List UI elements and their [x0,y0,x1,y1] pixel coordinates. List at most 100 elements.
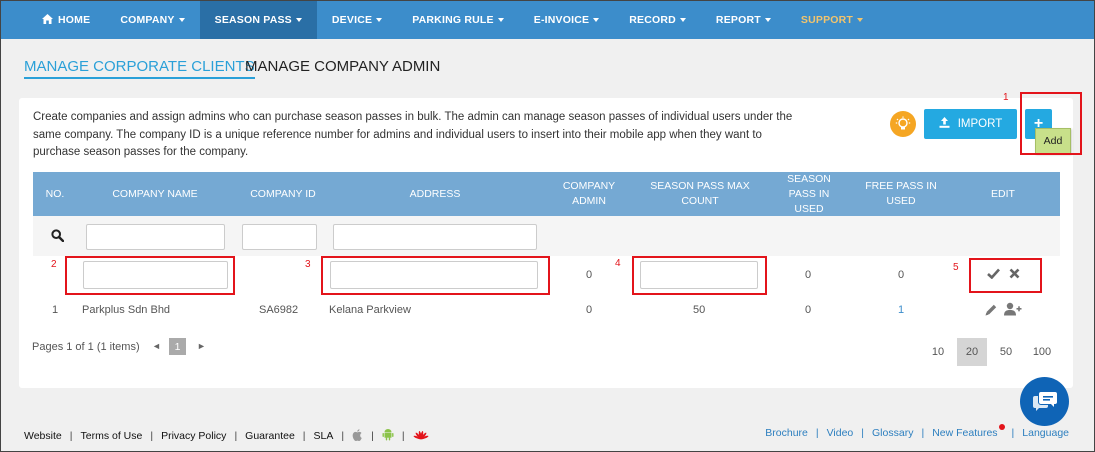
footer-link-website[interactable]: Website [24,430,62,442]
nav-home[interactable]: HOME [27,1,105,39]
column-header-free-pass-in-used: FREE PASS IN USED [865,180,937,207]
nav-label: RECORD [629,14,676,26]
filter-company-name-input[interactable] [86,224,225,250]
footer-separator: | [150,430,154,442]
row-address: Kelana Parkview [329,304,411,316]
nav-parking-rule[interactable]: PARKING RULE [397,1,519,39]
nav-season-pass[interactable]: SEASON PASS [199,1,317,39]
footer-link-sla[interactable]: SLA [314,430,334,442]
nav-home-label: HOME [58,14,91,26]
annotation-box-1 [1020,92,1082,155]
row-no: 1 [52,304,59,316]
footer-separator: | [302,430,306,442]
caret-down-icon [764,18,771,22]
chat-widget-button[interactable] [1020,377,1069,426]
annotation-number-1: 1 [1003,92,1009,103]
footer-link-language[interactable]: Language [1022,427,1069,439]
column-header-address: ADDRESS [409,187,461,200]
row-company-admin: 0 [586,304,593,316]
import-button[interactable]: IMPORT [924,109,1017,139]
column-header-season-pass-max-count: SEASON PASS MAX COUNT [650,180,750,207]
row-free-pass-link[interactable]: 1 [898,304,904,316]
nav-label: COMPANY [120,14,175,26]
nav-company[interactable]: COMPANY [105,1,199,39]
caret-down-icon [593,18,600,22]
footer-separator: | [921,427,925,439]
footer-link-new-features[interactable]: New Features [932,427,997,439]
filter-address-input[interactable] [333,224,537,250]
page-size-10[interactable]: 10 [929,338,947,366]
footer-link-glossary[interactable]: Glossary [872,427,913,439]
caret-down-icon [178,18,185,22]
nav-label: SEASON PASS [214,14,292,26]
nav-label: PARKING RULE [412,14,494,26]
apple-icon[interactable] [352,428,363,444]
filter-row [33,216,1060,256]
home-icon [42,13,53,27]
footer-separator: | [234,430,238,442]
annotation-box-2 [65,256,235,295]
chat-bubble-icon [1032,389,1058,414]
footer-link-privacy[interactable]: Privacy Policy [161,430,226,442]
footer-separator: | [815,427,819,439]
android-icon[interactable] [382,428,394,444]
footer-separator: | [1011,427,1015,439]
annotation-number-2: 2 [51,259,57,270]
footer-link-brochure[interactable]: Brochure [765,427,808,439]
search-icon [51,229,65,245]
tab-manage-company-admin[interactable]: MANAGE COMPANY ADMIN [245,58,440,75]
column-header-company-id: COMPANY ID [250,187,316,200]
row-season-pass-in-used: 0 [805,304,812,316]
caret-down-icon [679,18,686,22]
nav-label: SUPPORT [800,14,854,26]
footer-separator: | [341,430,345,442]
edit-pencil-icon[interactable] [984,303,998,320]
pager-current-page[interactable]: 1 [169,338,186,355]
filter-company-id-input[interactable] [242,224,317,250]
footer-separator: | [861,427,865,439]
nav-device[interactable]: DEVICE [317,1,397,39]
page-size-20[interactable]: 20 [957,338,987,366]
lightbulb-icon[interactable] [890,111,916,137]
new-company-admin-value: 0 [586,269,593,281]
pager-next-icon[interactable]: ► [197,341,206,351]
nav-label: REPORT [715,14,761,26]
huawei-icon[interactable] [413,429,429,444]
annotation-box-4 [632,256,767,295]
column-header-company-admin: COMPANY ADMIN [562,180,616,207]
page-size-50[interactable]: 50 [997,338,1015,366]
nav-support[interactable]: SUPPORT [786,1,878,39]
row-season-pass-max-count: 50 [693,304,706,316]
page-description: Create companies and assign admins who c… [33,111,793,158]
add-user-icon[interactable] [1004,302,1022,319]
annotation-number-3: 3 [305,259,311,270]
nav-e-invoice[interactable]: E-INVOICE [519,1,614,39]
import-label: IMPORT [957,118,1003,130]
table-row: 1 Parkplus Sdn Bhd SA6982 Kelana Parkvie… [33,296,1060,324]
caret-down-icon [295,18,302,22]
footer-links-right: Brochure | Video | Glossary | New Features |… [765,424,1069,439]
nav-label: E-INVOICE [533,14,590,26]
pager-summary: Pages 1 of 1 (1 items) [32,341,140,353]
nav-record[interactable]: RECORD [614,1,701,39]
annotation-box-3 [321,256,550,295]
table-header: NO. COMPANY NAME COMPANY ID ADDRESS COMP… [33,172,1060,216]
footer-separator: | [401,430,405,442]
new-free-pass-in-used-value: 0 [898,269,905,281]
annotation-box-5 [969,258,1042,293]
footer-link-video[interactable]: Video [827,427,854,439]
pager-prev-icon[interactable]: ◄ [152,341,161,351]
page-size-100[interactable]: 100 [1031,338,1053,366]
footer-separator: | [69,430,73,442]
annotation-number-5: 5 [953,262,959,273]
footer-separator: | [371,430,374,442]
column-header-edit: EDIT [991,187,1015,200]
footer-link-terms[interactable]: Terms of Use [80,430,142,442]
column-header-company-name: COMPANY NAME [112,187,198,200]
column-header-season-pass-in-used: SEASON PASS IN USED [787,172,831,215]
tab-manage-corporate-clients[interactable]: MANAGE CORPORATE CLIENTS [24,58,255,79]
nav-report[interactable]: REPORT [701,1,786,39]
caret-down-icon [497,18,504,22]
footer-link-guarantee[interactable]: Guarantee [245,430,295,442]
notification-dot [998,424,1005,430]
